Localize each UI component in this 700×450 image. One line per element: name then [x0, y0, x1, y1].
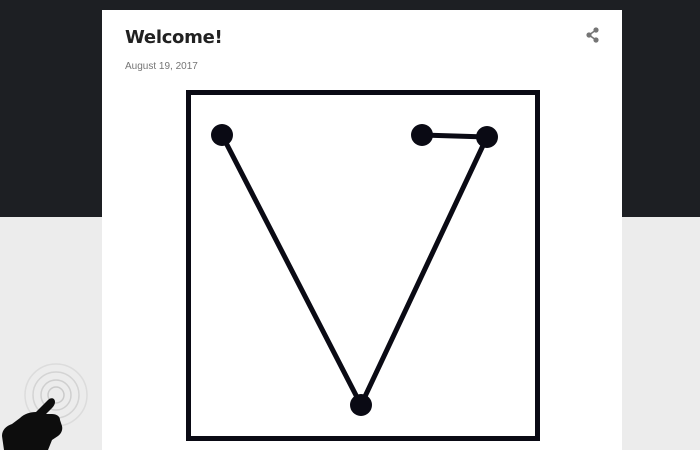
- post-date[interactable]: August 19, 2017: [125, 61, 198, 72]
- pattern-node: [411, 124, 433, 146]
- pattern-lock-figure: [186, 90, 540, 441]
- post-card: Welcome! August 19, 2017: [102, 10, 622, 450]
- pattern-node: [476, 126, 498, 148]
- pattern-node: [350, 394, 372, 416]
- share-icon: [586, 27, 599, 43]
- post-title[interactable]: Welcome!: [125, 27, 223, 48]
- share-button[interactable]: [582, 24, 604, 46]
- pattern-node: [211, 124, 233, 146]
- hand-tap-icon: [2, 398, 63, 450]
- tap-hint-icon: [2, 363, 88, 450]
- pattern-path: [219, 132, 490, 408]
